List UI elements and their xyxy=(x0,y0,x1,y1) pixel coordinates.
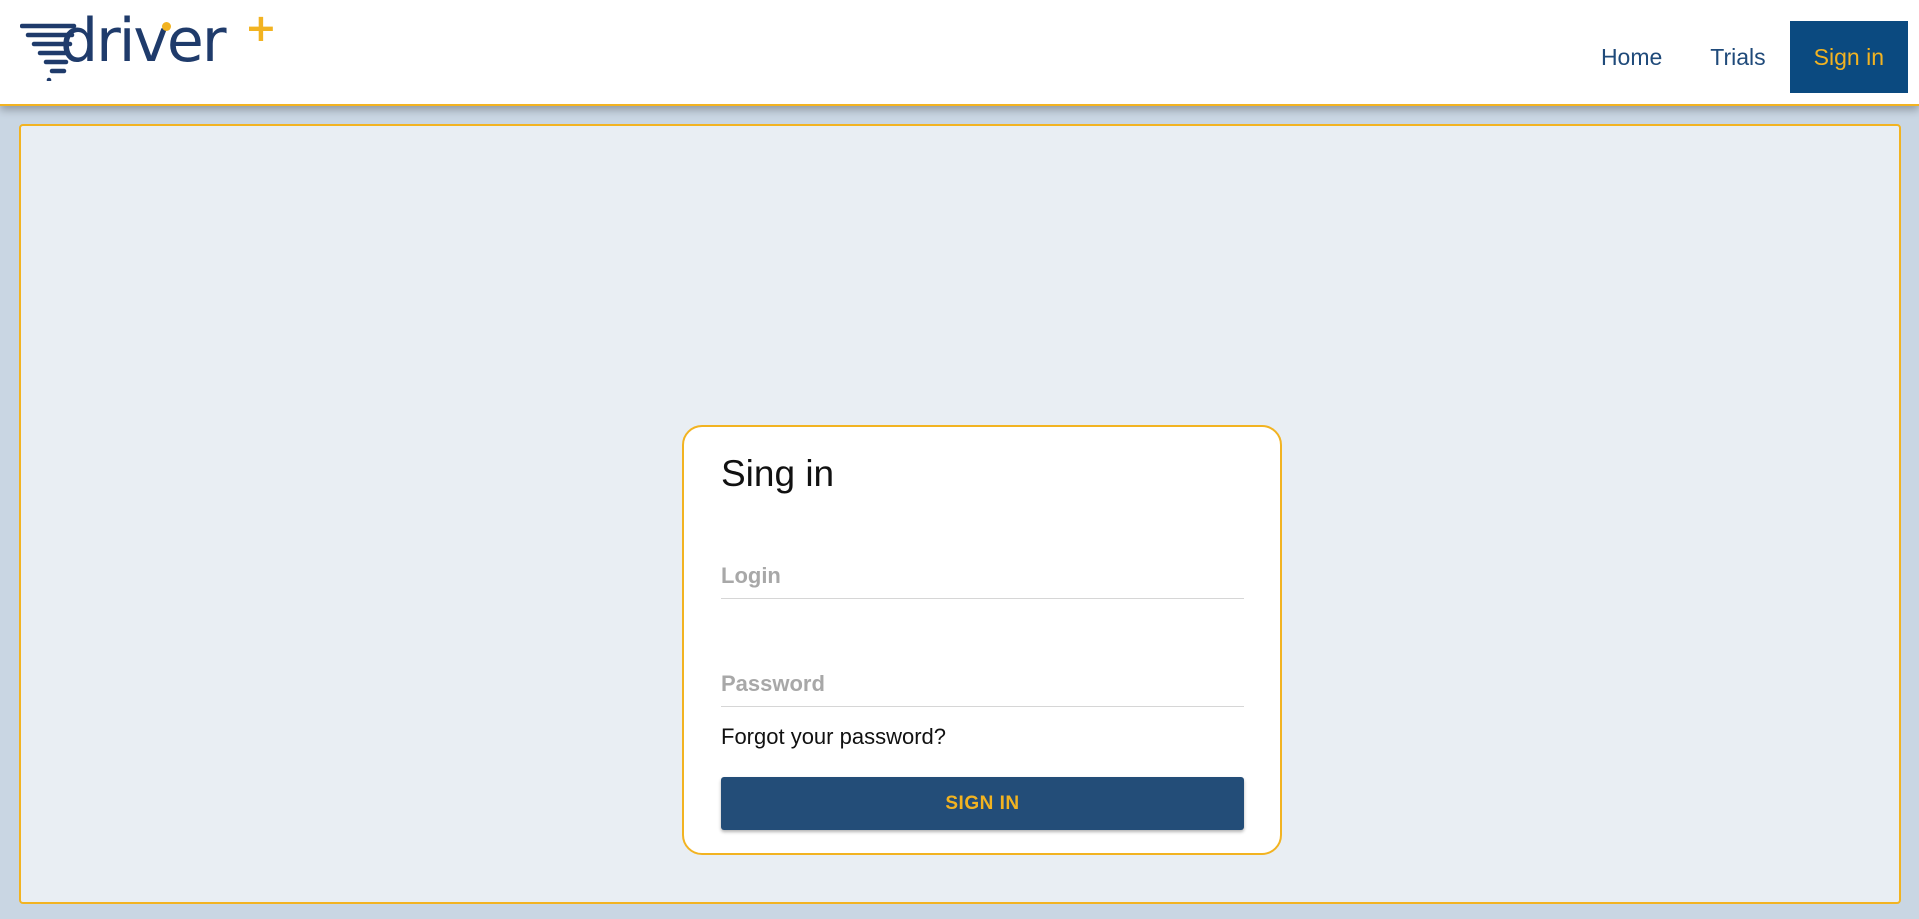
sign-in-button[interactable]: SIGN IN xyxy=(721,777,1244,830)
password-input[interactable] xyxy=(721,667,1244,707)
sign-in-title: Sing in xyxy=(721,453,835,494)
forgot-password-link[interactable]: Forgot your password? xyxy=(721,724,946,750)
nav-home[interactable]: Home xyxy=(1577,21,1686,93)
driver-plus-logo[interactable]: driver + xyxy=(20,9,277,81)
login-input[interactable] xyxy=(721,559,1244,599)
page-bottom-strip xyxy=(0,911,1919,919)
logo-wordmark: driver xyxy=(60,6,227,76)
nav-sign-in[interactable]: Sign in xyxy=(1789,21,1908,93)
logo-plus-sign: + xyxy=(245,6,277,50)
sign-in-card: Sing in Forgot your password? SIGN IN xyxy=(682,425,1282,855)
top-header: driver + Home Trials Sign in xyxy=(0,0,1919,106)
nav-trials[interactable]: Trials xyxy=(1686,21,1789,93)
main-content-panel: Sing in Forgot your password? SIGN IN xyxy=(19,124,1901,904)
logo-i-dot xyxy=(162,22,171,31)
main-nav: Home Trials Sign in xyxy=(1577,21,1908,93)
